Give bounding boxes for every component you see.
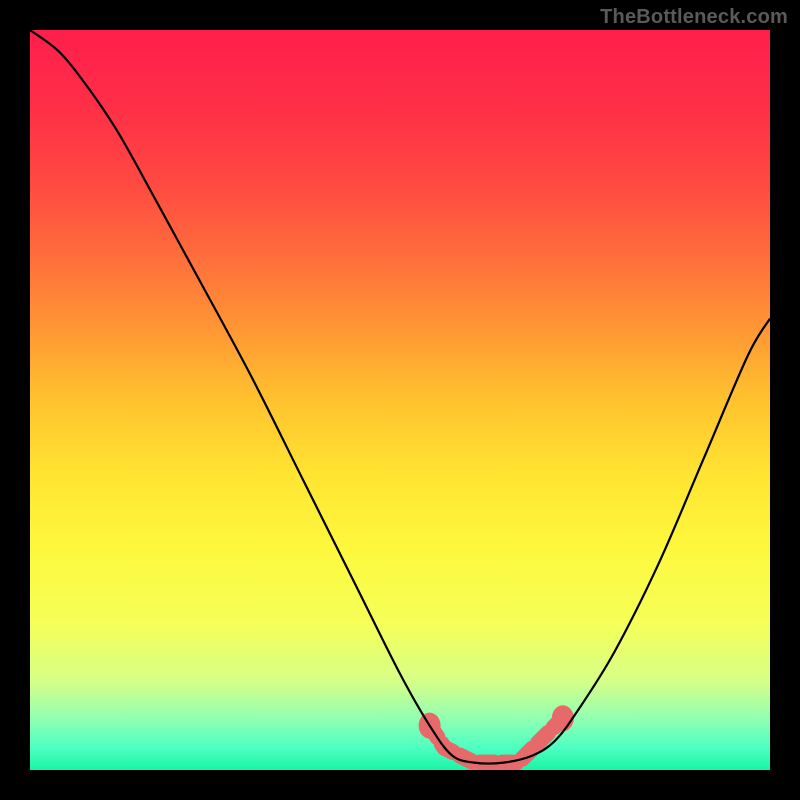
chart-background xyxy=(30,30,770,770)
chart-frame: TheBottleneck.com xyxy=(0,0,800,800)
chart-svg xyxy=(30,30,770,770)
plot-area xyxy=(30,30,770,770)
watermark-text: TheBottleneck.com xyxy=(600,6,788,29)
